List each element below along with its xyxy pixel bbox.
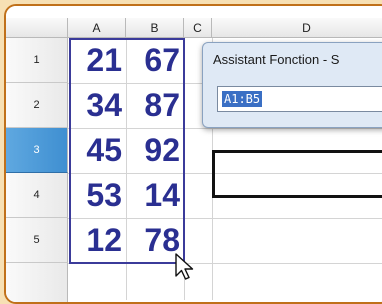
row-header-5[interactable]: 5: [6, 218, 68, 263]
function-wizard-dialog: Assistant Fonction - S A1:B5: [202, 42, 382, 128]
row-header-6[interactable]: [6, 263, 68, 302]
select-all-corner[interactable]: [6, 18, 68, 38]
range-input-value: A1:B5: [222, 91, 263, 107]
column-header-d[interactable]: D: [212, 18, 382, 38]
row-header-2[interactable]: 2: [6, 83, 68, 128]
column-header-b[interactable]: B: [126, 18, 184, 38]
row-header-1[interactable]: 1: [6, 38, 68, 83]
row-header-4[interactable]: 4: [6, 173, 68, 218]
spreadsheet-grid: A B C D 1 2 3 4 5 21 34 45 53 12 67 87 9…: [6, 6, 382, 302]
column-header-c[interactable]: C: [184, 18, 212, 38]
active-cell-d3[interactable]: [212, 150, 382, 198]
spreadsheet-window: A B C D 1 2 3 4 5 21 34 45 53 12 67 87 9…: [4, 4, 382, 304]
top-strip: [6, 6, 382, 18]
selected-range-outline: [69, 38, 185, 264]
column-header-a[interactable]: A: [68, 18, 126, 38]
mouse-pointer-icon: [175, 253, 194, 280]
range-input[interactable]: A1:B5: [217, 86, 382, 112]
dialog-title: Assistant Fonction - S: [213, 52, 340, 67]
row-header-3[interactable]: 3: [6, 128, 68, 173]
